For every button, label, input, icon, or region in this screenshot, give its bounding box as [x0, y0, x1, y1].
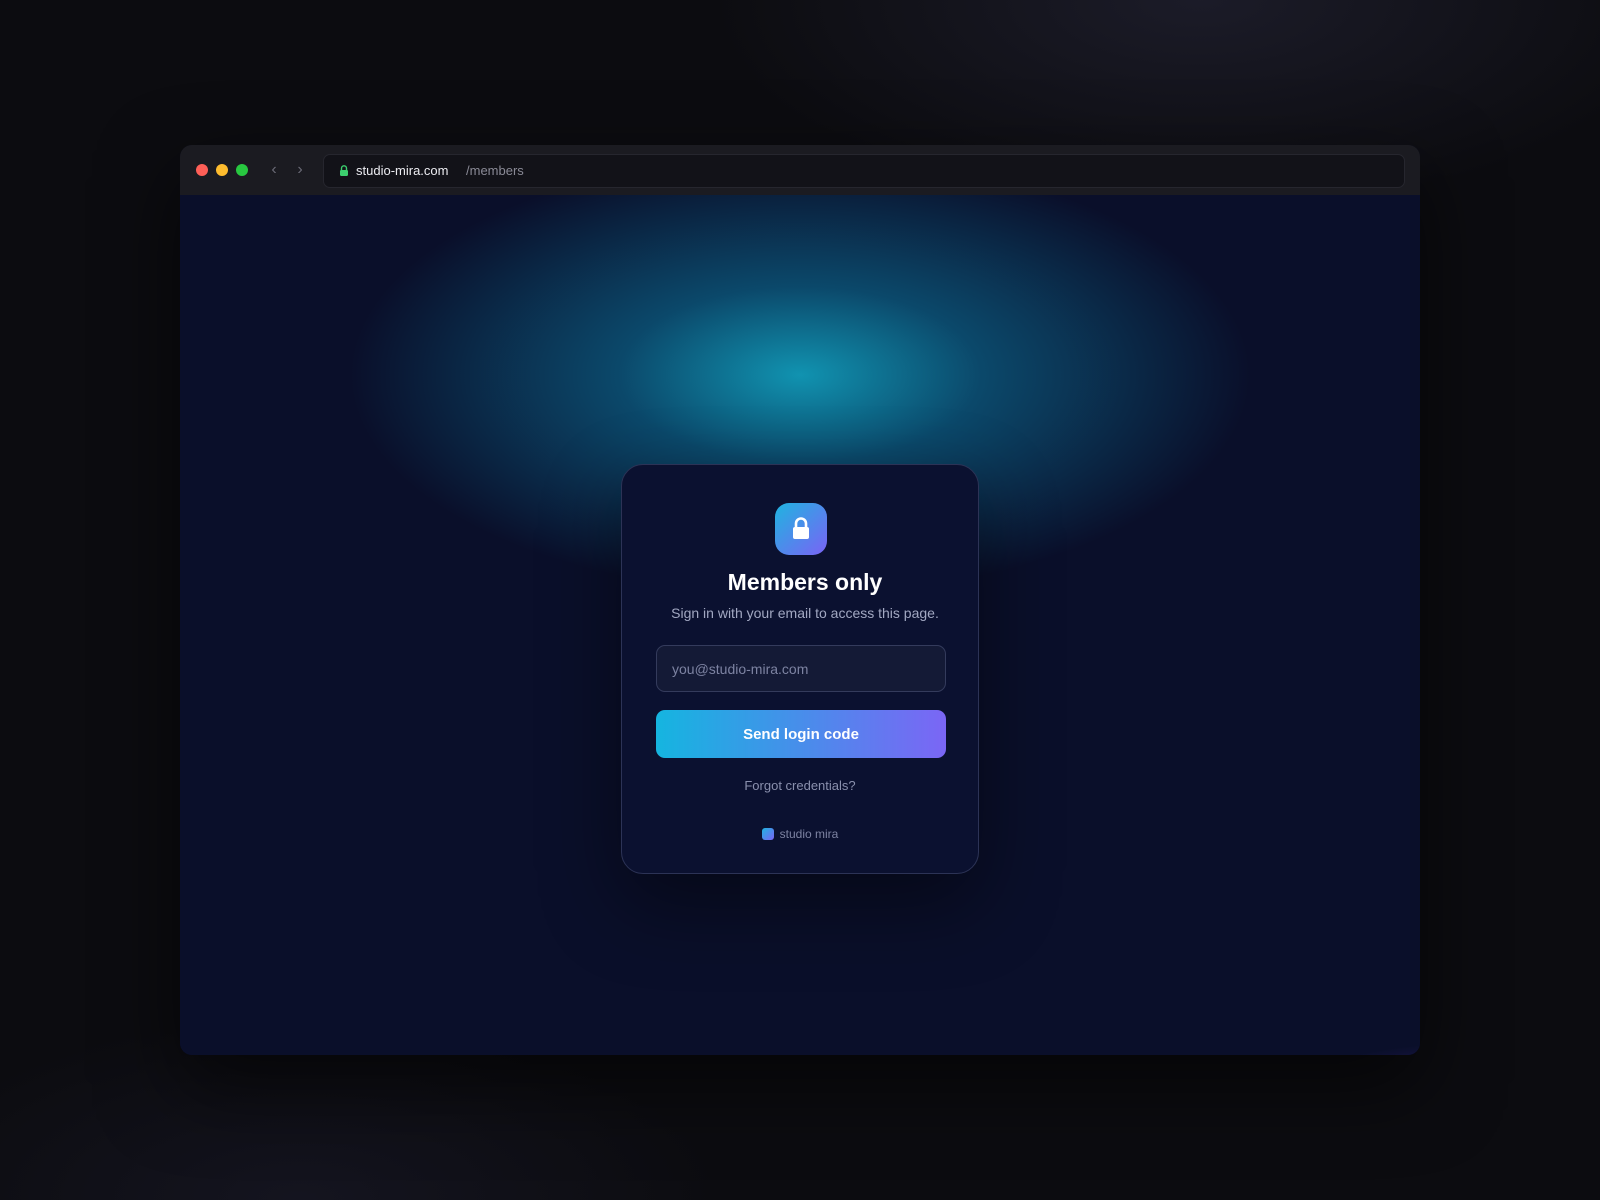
page-content: Members only Sign in with your email to … — [180, 195, 1420, 1055]
back-button[interactable]: ‹ — [264, 159, 284, 181]
background-glow-bottom — [980, 815, 1420, 1055]
maximize-window-button[interactable] — [236, 164, 248, 176]
email-field[interactable] — [656, 645, 946, 692]
page-subtitle: Sign in with your email to access this p… — [671, 605, 939, 621]
forgot-credentials-link[interactable]: Forgot credentials? — [622, 778, 978, 793]
address-bar[interactable]: studio-mira.com /members — [323, 154, 1405, 188]
lock-icon — [793, 517, 809, 539]
send-login-code-button[interactable]: Send login code — [656, 710, 946, 758]
url-path: /members — [466, 163, 524, 178]
page-title: Members only — [727, 569, 883, 595]
brand-footer: studio mira — [622, 827, 978, 841]
lock-icon — [340, 165, 348, 176]
brand-name: studio mira — [779, 827, 839, 841]
lock-badge — [775, 503, 827, 555]
browser-window: ‹ › studio-mira.com /members Members onl… — [180, 145, 1420, 1055]
login-card: Members only Sign in with your email to … — [621, 464, 979, 874]
brand-logo-icon — [761, 828, 774, 840]
forward-button[interactable]: › — [290, 159, 310, 181]
browser-titlebar: ‹ › studio-mira.com /members — [180, 145, 1420, 196]
url-domain: studio-mira.com — [356, 163, 449, 178]
minimize-window-button[interactable] — [216, 164, 228, 176]
close-window-button[interactable] — [196, 164, 208, 176]
